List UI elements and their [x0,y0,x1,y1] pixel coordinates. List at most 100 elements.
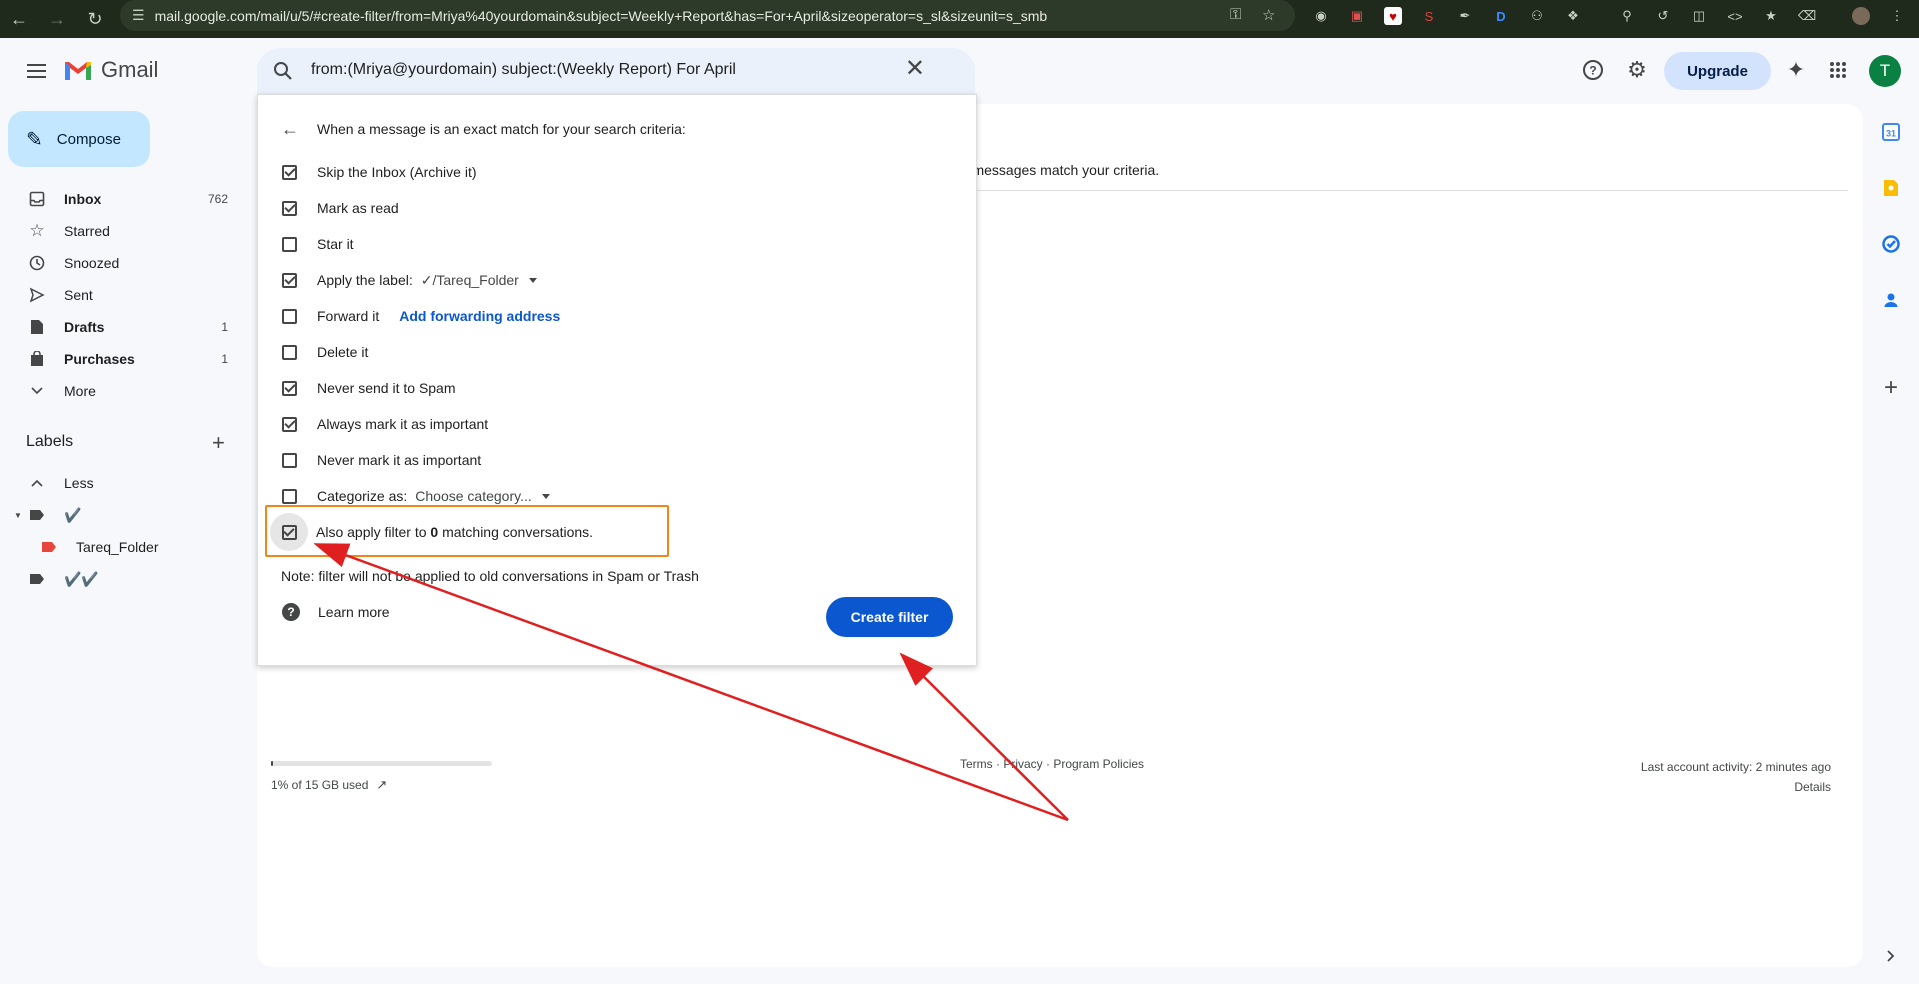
chevron-up-icon [28,474,46,492]
compose-label: Compose [56,130,121,148]
sidebar-panel-icon[interactable]: ◫ [1690,7,1708,25]
expand-side-panel-icon[interactable] [1879,944,1903,968]
keep-app-icon[interactable] [1879,176,1903,200]
svg-text:?: ? [1589,64,1596,78]
storage-usage[interactable]: 1% of 15 GB used ↗ [271,777,387,793]
footer-links[interactable]: Terms · Privacy · Program Policies [960,757,1144,771]
gemini-sparkle-icon[interactable]: ✦ [1783,57,1809,83]
forward-arrow-icon[interactable]: → [38,0,76,38]
option-apply-label[interactable]: Apply the label: ✓/Tareq_Folder [282,269,537,291]
gmail-logo[interactable]: Gmail [63,57,158,83]
puzzle-extension-icon[interactable]: ❖ [1564,7,1582,25]
calendar-app-icon[interactable]: 31 [1879,120,1903,144]
learn-more-link[interactable]: ? Learn more [282,603,390,621]
option-never-spam[interactable]: Never send it to Spam [282,377,456,399]
sidebar-item-starred[interactable]: ☆ Starred [0,215,256,247]
open-external-icon[interactable]: ↗ [376,777,387,793]
search-extension-icon[interactable]: ▣ [1348,7,1366,25]
category-select[interactable]: Choose category... [415,488,550,504]
code-icon[interactable]: <> [1726,7,1744,25]
sidebar-item-inbox[interactable]: Inbox 762 [0,183,256,215]
sidebar-label-check[interactable]: ▼ ✔️ [0,499,256,531]
contacts-app-icon[interactable] [1879,288,1903,312]
search-bar[interactable]: from:(Mriya@yourdomain) subject:(Weekly … [257,48,975,94]
create-filter-button[interactable]: Create filter [826,597,953,637]
red-extension-icon[interactable]: S [1420,7,1438,25]
apply-label-checkbox[interactable] [282,272,297,288]
tasks-app-icon[interactable] [1879,232,1903,256]
sidebar-item-less[interactable]: Less [0,467,256,499]
account-avatar[interactable]: T [1869,55,1901,87]
expand-arrow-icon[interactable]: ▼ [14,511,22,520]
send-icon [28,286,46,304]
option-never-important[interactable]: Never mark it as important [282,449,481,471]
key-icon[interactable]: ⚿ [1230,6,1241,23]
sidebar-item-sent[interactable]: Sent [0,279,256,311]
search-input[interactable]: from:(Mriya@yourdomain) subject:(Weekly … [311,61,736,79]
star-icon: ☆ [29,221,45,240]
address-bar[interactable]: ☰ mail.google.com/mail/u/5/#create-filte… [120,0,1295,31]
never-important-checkbox[interactable] [282,452,297,468]
reload-icon[interactable]: ↻ [76,0,114,38]
dropdown-caret-icon [541,493,550,499]
star-it-checkbox[interactable] [282,236,297,252]
trash-icon[interactable]: ⌫ [1798,7,1816,25]
details-link[interactable]: Details [1641,777,1831,797]
add-label-icon[interactable]: + [212,432,225,454]
mark-as-read-checkbox[interactable] [282,200,297,216]
dropdown-caret-icon [528,277,537,283]
compose-button[interactable]: ✎ Compose [8,111,150,167]
never-spam-checkbox[interactable] [282,380,297,396]
filter-note: Note: filter will not be applied to old … [281,568,699,584]
shopping-bag-icon [28,350,46,368]
sidebar-label-double-check[interactable]: ✔️✔️ [0,563,256,595]
skip-inbox-checkbox[interactable] [282,164,297,180]
label-select[interactable]: ✓/Tareq_Folder [421,272,537,289]
clear-search-icon[interactable]: ✕ [905,57,925,81]
d-extension-icon[interactable]: D [1492,7,1510,25]
option-star-it[interactable]: Star it [282,233,354,255]
main-menu-icon[interactable] [16,54,56,88]
help-icon[interactable]: ? [1580,57,1606,83]
location-icon[interactable]: ⚲ [1618,7,1636,25]
pocket-extension-icon[interactable]: ♥ [1384,7,1402,25]
pen-extension-icon[interactable]: ✒ [1456,7,1474,25]
option-categorize[interactable]: Categorize as: Choose category... [282,485,550,507]
svg-text:31: 31 [1886,129,1896,139]
favorites-icon[interactable]: ★ [1762,7,1780,25]
background-divider [953,190,1848,191]
sidebar-item-drafts[interactable]: Drafts 1 [0,311,256,343]
back-arrow-icon[interactable]: ← [0,0,38,38]
camera-extension-icon[interactable]: ◉ [1312,7,1330,25]
people-extension-icon[interactable]: ⚇ [1528,7,1546,25]
apps-grid-icon[interactable] [1825,57,1851,83]
categorize-checkbox[interactable] [282,488,297,504]
label-tag-icon [28,506,46,524]
upgrade-button[interactable]: Upgrade [1664,52,1771,90]
option-always-important[interactable]: Always mark it as important [282,413,488,435]
option-forward-it[interactable]: Forward it Add forwarding address [282,305,560,327]
back-arrow-icon[interactable]: ← [281,119,299,140]
get-addons-plus-icon[interactable]: + [1879,374,1903,401]
sidebar-label-tareq-folder[interactable]: Tareq_Folder [0,531,256,563]
gmail-m-icon [65,62,91,80]
sidebar-item-snoozed[interactable]: Snoozed [0,247,256,279]
site-settings-icon[interactable]: ☰ [132,7,145,24]
kebab-menu-icon[interactable]: ⋮ [1888,7,1906,25]
search-icon[interactable] [271,59,295,83]
forward-it-checkbox[interactable] [282,308,297,324]
always-important-checkbox[interactable] [282,416,297,432]
browser-toolbar: ← → ↻ ☰ mail.google.com/mail/u/5/#create… [0,0,1919,38]
annotation-highlight-box [265,505,669,557]
delete-it-checkbox[interactable] [282,344,297,360]
sidebar-item-purchases[interactable]: Purchases 1 [0,343,256,375]
bookmark-star-icon[interactable]: ☆ [1262,6,1275,24]
sidebar-item-more[interactable]: More [0,375,256,407]
add-forwarding-address-link[interactable]: Add forwarding address [399,308,560,324]
settings-gear-icon[interactable]: ⚙ [1624,57,1650,83]
history-icon[interactable]: ↺ [1654,7,1672,25]
option-skip-inbox[interactable]: Skip the Inbox (Archive it) [282,161,477,183]
option-delete-it[interactable]: Delete it [282,341,368,363]
profile-icon[interactable] [1852,7,1870,25]
option-mark-as-read[interactable]: Mark as read [282,197,399,219]
